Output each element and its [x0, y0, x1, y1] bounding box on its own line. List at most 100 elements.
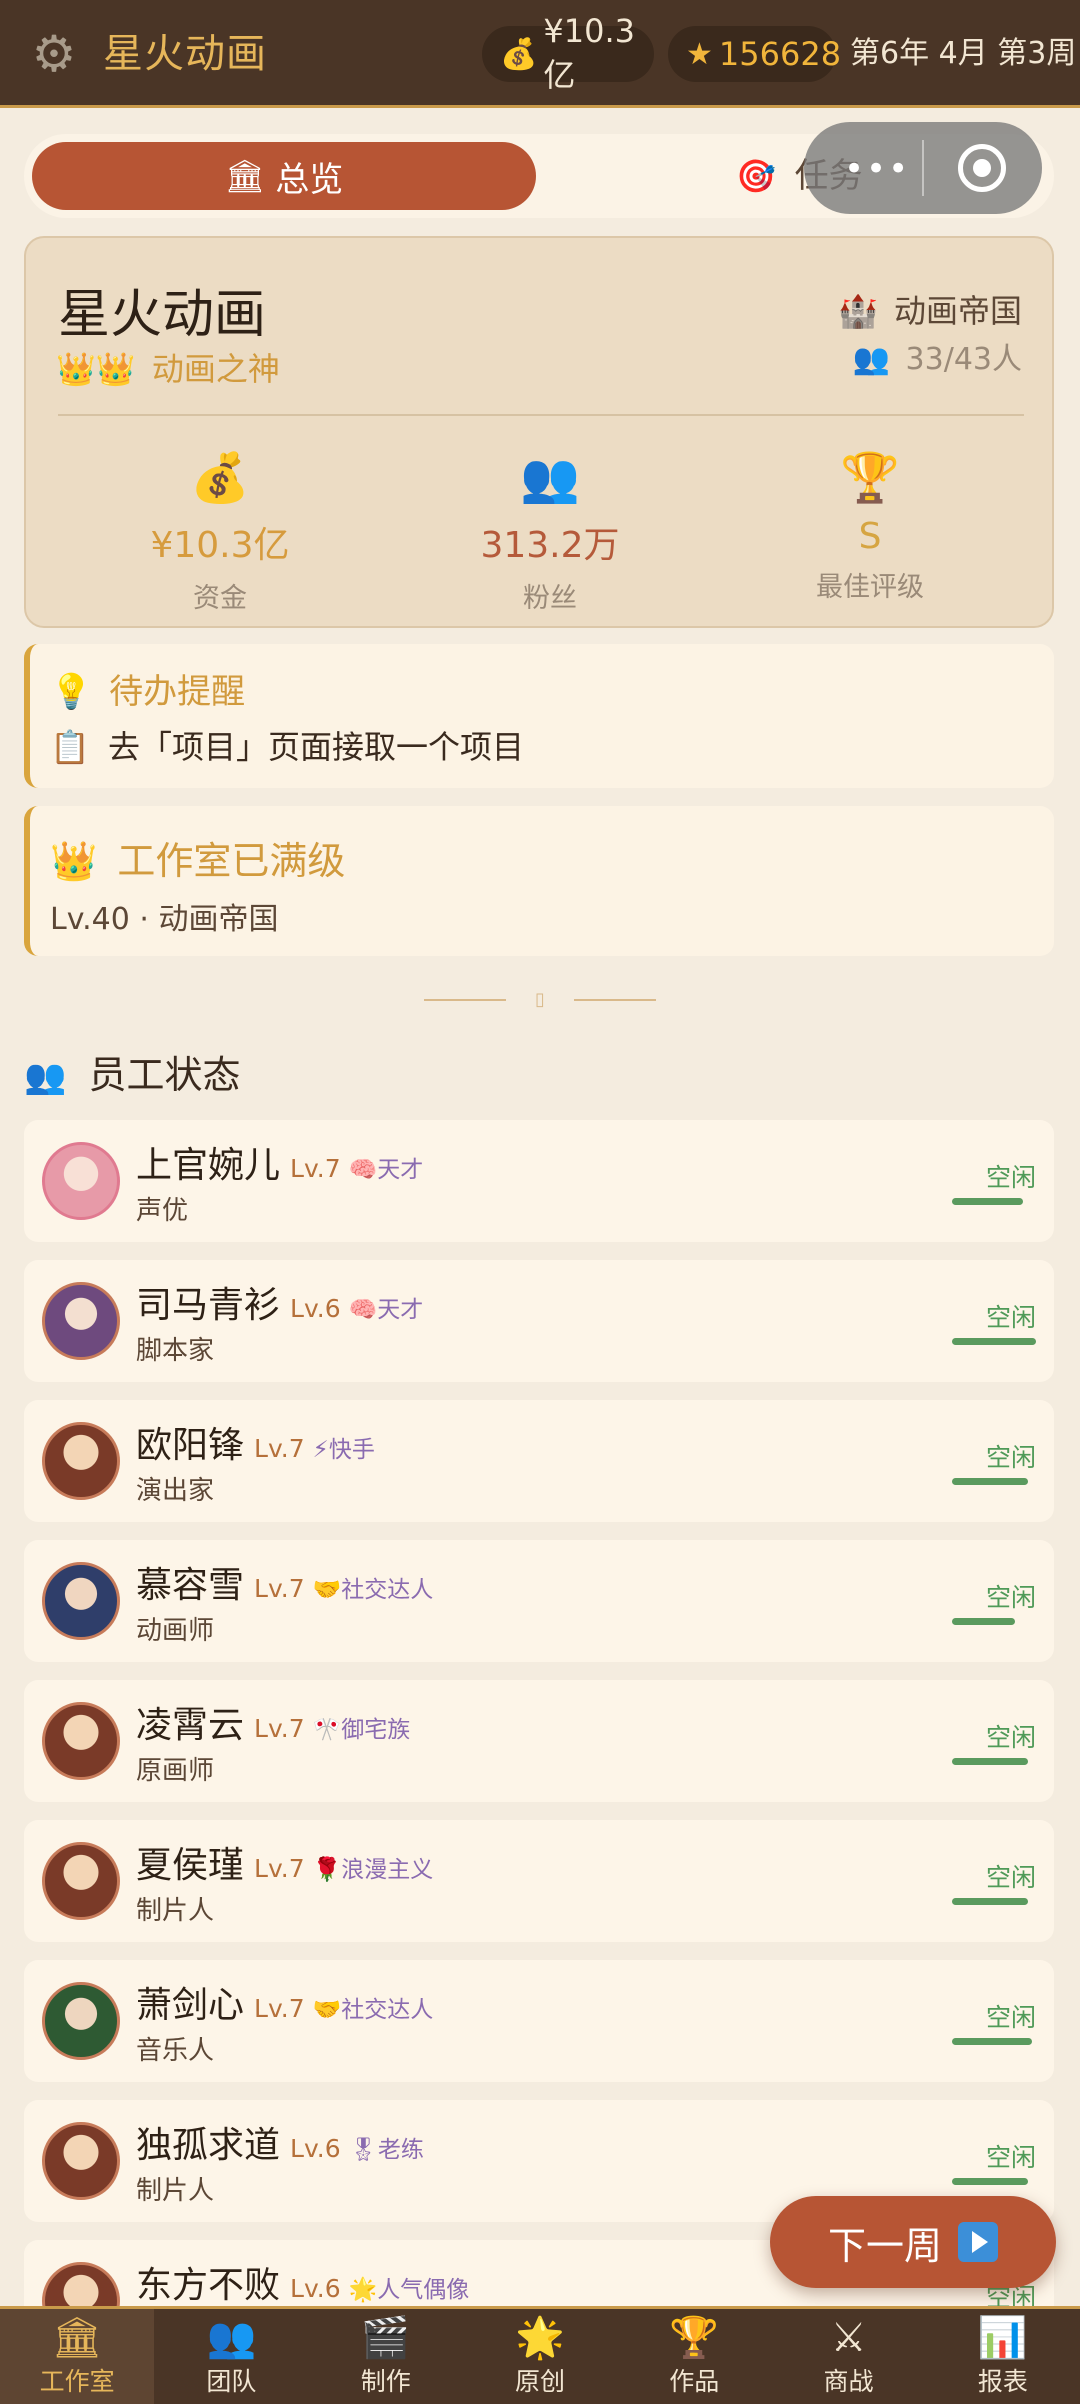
next-week-label: 下一周 — [827, 2223, 942, 2268]
employee-role: 演出家 — [136, 1476, 215, 1506]
trophy-icon: 🏆 — [669, 2315, 720, 2361]
next-week-button[interactable]: 下一周 — [770, 2196, 1056, 2288]
close-circle-icon[interactable] — [958, 144, 1006, 192]
avatar — [42, 2122, 120, 2200]
employee-name: 东方不败 — [136, 2265, 281, 2306]
employee-level: Lv.6 — [290, 2274, 341, 2303]
otaku-icon: 🎌 — [312, 1717, 342, 1743]
nav-original[interactable]: 🌟 原创 — [463, 2309, 617, 2404]
nav-team[interactable]: 👥 团队 — [154, 2309, 308, 2404]
studio-level: 🏰 动画帝国 — [838, 286, 1022, 332]
top-bar: ⚙ 星火动画 💰 ¥10.3亿 ★ 156628 第6年 4月 第3周 — [0, 0, 1080, 108]
employee-trait: 🧠天才 — [348, 1297, 424, 1323]
rose-icon: 🌹 — [312, 1857, 342, 1883]
stat-rating-value: S — [858, 516, 882, 557]
brain-icon: 🧠 — [348, 1297, 378, 1323]
employee-role: 脚本家 — [136, 1336, 215, 1366]
nav-label: 商战 — [823, 2367, 874, 2396]
bottom-nav: 🏛 工作室 👥 团队 🎬 制作 🌟 原创 🏆 作品 ⚔ 商战 📊 报表 — [0, 2306, 1080, 2404]
divider — [58, 414, 1024, 416]
ornament-icon: ▯ — [535, 989, 545, 1010]
brain-icon: 🧠 — [348, 1157, 378, 1183]
employee-level: Lv.6 — [290, 1294, 341, 1323]
employee-level: Lv.7 — [290, 1154, 341, 1183]
stat-fans-value: 313.2万 — [480, 525, 620, 566]
nav-label: 制作 — [360, 2367, 411, 2396]
employee-card[interactable]: 慕容雪 Lv.7 🤝社交达人 动画师 空闲 — [24, 1540, 1054, 1662]
max-level-card: 👑 工作室已满级 Lv.40 · 动画帝国 — [24, 806, 1054, 956]
stat-rating-label: 最佳评级 — [816, 572, 924, 603]
crown-icon: 👑👑 — [56, 350, 136, 388]
avatar — [42, 1142, 120, 1220]
avatar — [42, 1982, 120, 2060]
max-level-title-text: 工作室已满级 — [117, 839, 346, 883]
nav-label: 团队 — [206, 2367, 257, 2396]
employee-name: 慕容雪 — [136, 1565, 245, 1606]
team-icon: 👥 — [206, 2315, 257, 2361]
todo-reminder-card[interactable]: 💡 待办提醒 📋 去「项目」页面接取一个项目 — [24, 644, 1054, 788]
max-level-title: 👑 工作室已满级 — [50, 830, 345, 885]
studio-honor: 👑👑 动画之神 — [56, 344, 280, 390]
lightbulb-icon: 💡 — [50, 672, 93, 712]
employee-card[interactable]: 上官婉儿 Lv.7 🧠天才 声优 空闲 — [24, 1120, 1054, 1242]
employee-status: 空闲 — [985, 1583, 1036, 1612]
employee-role: 原画师 — [136, 1756, 215, 1786]
section-divider-ornament: ▯ — [424, 990, 656, 1010]
fans-icon: 👥 — [520, 450, 580, 506]
studio-staff: 👥 33/43人 — [853, 334, 1022, 378]
stat-funds-value: ¥10.3亿 — [150, 525, 290, 566]
energy-bar — [952, 1618, 1015, 1625]
money-bag-icon: 💰 — [190, 450, 250, 506]
nav-label: 作品 — [669, 2367, 720, 2396]
employee-card[interactable]: 凌霄云 Lv.7 🎌御宅族 原画师 空闲 — [24, 1680, 1054, 1802]
employee-section-title-text: 员工状态 — [88, 1053, 241, 1097]
avatar — [42, 1562, 120, 1640]
sparkle-icon: 🌟 — [515, 2315, 565, 2361]
nav-reports[interactable]: 📊 报表 — [926, 2309, 1080, 2404]
employee-status: 空闲 — [985, 1723, 1036, 1752]
game-date: 第6年 4月 第3周 — [850, 36, 1077, 71]
employee-role: 制片人 — [136, 1896, 215, 1926]
employee-name: 上官婉儿 — [136, 1145, 281, 1186]
gear-icon[interactable]: ⚙ — [28, 28, 80, 80]
studio-card: 星火动画 👑👑 动画之神 🏰 动画帝国 👥 33/43人 💰 ¥10.3亿 资金… — [24, 236, 1054, 628]
employee-trait: 🤝社交达人 — [312, 1577, 434, 1603]
employee-trait: 🎌御宅族 — [312, 1717, 411, 1743]
max-level-detail: Lv.40 · 动画帝国 — [50, 902, 279, 937]
employee-level: Lv.7 — [254, 1434, 305, 1463]
tab-overview-label: 总览 — [275, 159, 344, 200]
more-icon[interactable]: ••• — [844, 152, 910, 186]
nav-production[interactable]: 🎬 制作 — [309, 2309, 463, 2404]
employee-name: 独孤求道 — [136, 2125, 281, 2166]
nav-label: 原创 — [514, 2367, 565, 2396]
target-icon: 🎯 — [736, 157, 776, 195]
employee-card[interactable]: 欧阳锋 Lv.7 ⚡快手 演出家 空闲 — [24, 1400, 1054, 1522]
employee-card[interactable]: 司马青衫 Lv.6 🧠天才 脚本家 空闲 — [24, 1260, 1054, 1382]
employee-trait: 🧠天才 — [348, 1157, 424, 1183]
trophy-icon: 🏆 — [840, 450, 900, 506]
nav-studio[interactable]: 🏛 工作室 — [0, 2309, 155, 2404]
nav-label: 工作室 — [39, 2367, 115, 2396]
employee-name: 凌霄云 — [136, 1705, 245, 1746]
avatar — [42, 1422, 120, 1500]
stat-funds-label: 资金 — [193, 583, 247, 614]
employee-card[interactable]: 夏侯瑾 Lv.7 🌹浪漫主义 制片人 空闲 — [24, 1820, 1054, 1942]
studio-icon: 🏛 — [51, 2315, 103, 2361]
employee-level: Lv.7 — [254, 1714, 305, 1743]
nav-business-war[interactable]: ⚔ 商战 — [771, 2309, 925, 2404]
employee-status: 空闲 — [985, 2003, 1036, 2032]
energy-bar — [952, 2038, 1032, 2045]
people-icon: 👥 — [24, 1057, 67, 1097]
employee-name: 萧剑心 — [136, 1985, 245, 2026]
employee-status: 空闲 — [985, 2143, 1036, 2172]
star-badge: ★ 156628 — [668, 26, 841, 82]
clapperboard-icon: 🎬 — [360, 2315, 411, 2361]
employee-level: Lv.7 — [254, 1854, 305, 1883]
employee-card[interactable]: 萧剑心 Lv.7 🤝社交达人 音乐人 空闲 — [24, 1960, 1054, 2082]
nav-works[interactable]: 🏆 作品 — [617, 2309, 771, 2404]
play-icon — [958, 2222, 998, 2262]
tab-overview[interactable]: 🏛 总览 — [32, 142, 536, 210]
employee-list: 上官婉儿 Lv.7 🧠天才 声优 空闲 司马青衫 Lv.6 🧠天才 脚本家 空闲 欧阳锋… — [24, 1120, 1054, 2380]
studio-staff-text: 33/43人 — [905, 342, 1022, 377]
nav-label: 报表 — [977, 2367, 1028, 2396]
